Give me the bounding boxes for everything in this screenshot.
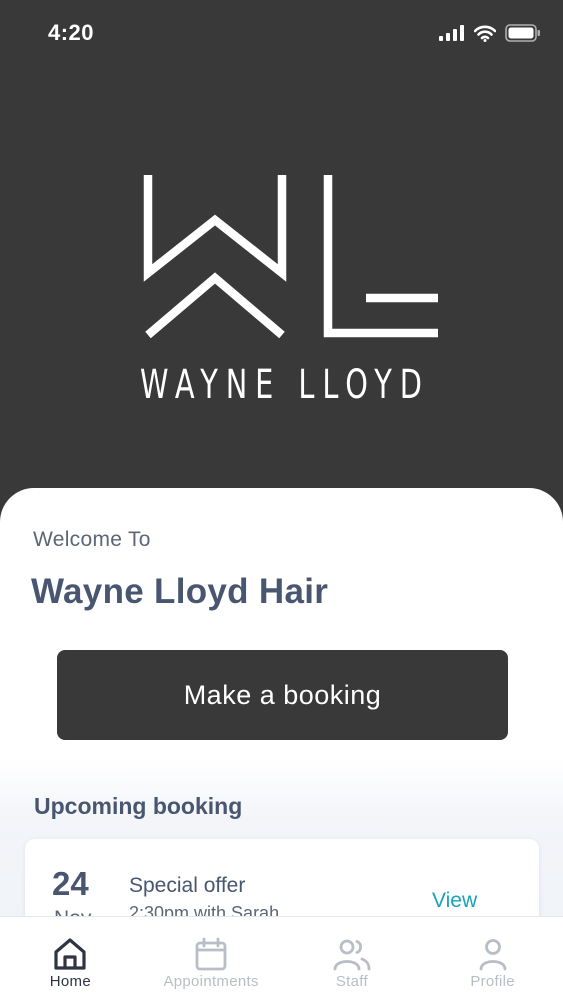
status-icons — [439, 24, 541, 42]
tab-appointments-label: Appointments — [163, 973, 259, 990]
brand-wordmark: WAYNE LLOYD — [140, 362, 430, 408]
user-icon — [479, 939, 507, 971]
wifi-icon — [474, 25, 496, 42]
tab-appointments[interactable]: Appointments — [141, 917, 282, 1000]
booking-day: 24 — [52, 865, 89, 902]
home-screen: 4:20 WAYNE LLOYD Welcome To Wayne Lloyd … — [0, 0, 563, 1000]
welcome-label: Welcome To — [33, 528, 151, 551]
tab-bar: Home Appointments Staff Profile — [0, 916, 563, 1000]
calendar-icon — [195, 937, 227, 971]
home-icon — [54, 938, 86, 970]
tab-staff[interactable]: Staff — [282, 917, 423, 1000]
status-time: 4:20 — [48, 20, 95, 45]
tab-staff-label: Staff — [335, 973, 368, 990]
booking-title: Special offer — [129, 874, 246, 897]
make-booking-button[interactable]: Make a booking — [57, 650, 508, 740]
salon-name: Wayne Lloyd Hair — [31, 572, 329, 611]
tab-home[interactable]: Home — [0, 917, 141, 1000]
upcoming-booking-title: Upcoming booking — [34, 793, 243, 819]
tab-profile-label: Profile — [470, 973, 515, 990]
signal-icon — [439, 25, 464, 41]
view-booking-link[interactable]: View — [432, 889, 477, 913]
tab-profile[interactable]: Profile — [422, 917, 563, 1000]
tab-home-label: Home — [49, 973, 91, 990]
status-bar: 4:20 — [0, 0, 563, 68]
users-icon — [333, 939, 371, 971]
battery-icon — [505, 24, 540, 42]
